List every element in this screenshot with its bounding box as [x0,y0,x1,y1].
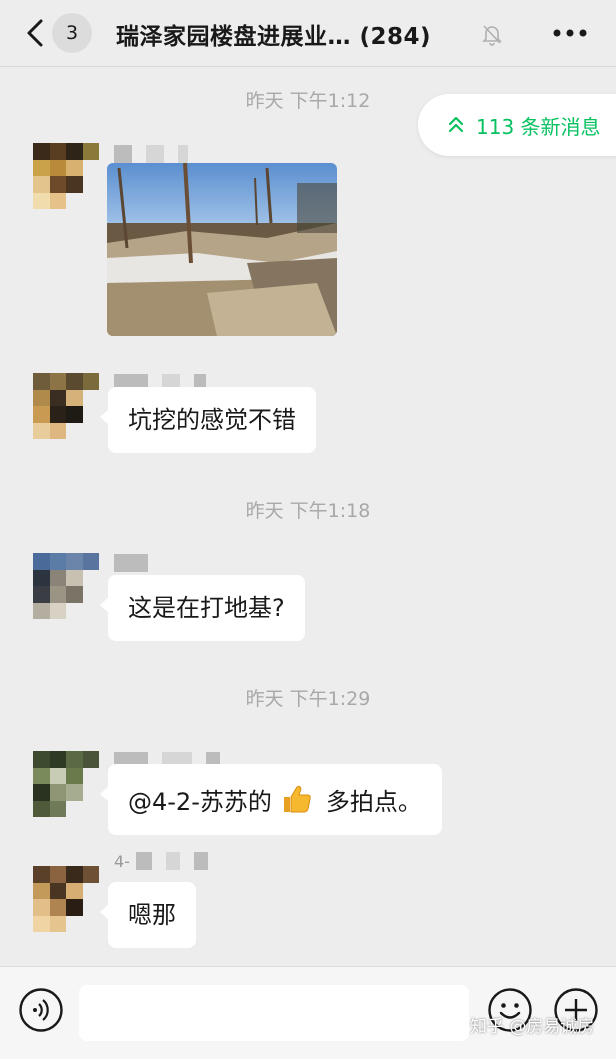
double-chevron-up-icon [448,116,464,133]
sender-name-blurred [114,145,188,163]
ellipsis-icon[interactable] [552,28,588,38]
avatar[interactable] [33,866,99,932]
chat-header: 3 瑞泽家园楼盘进展业… (284) [0,0,616,67]
message-timestamp: 昨天 下午1:12 [245,90,371,112]
message-text: 多拍点。 [325,788,422,816]
avatar[interactable] [33,373,99,439]
bell-slash-icon [482,25,502,46]
back-icon[interactable] [24,18,46,48]
sender-name-blurred [114,554,148,572]
new-messages-label: 113 条新消息 [476,114,601,139]
avatar[interactable] [33,143,99,209]
message-bubble[interactable]: @4-2-苏苏的 多拍点。 [100,764,442,835]
voice-icon[interactable] [18,987,64,1033]
photo-message[interactable] [107,163,337,336]
sender-name-prefix: 4- [114,851,130,871]
avatar[interactable] [33,751,99,817]
construction-site-photo [107,163,337,336]
chat-title: 瑞泽家园楼盘进展业… (284) [116,24,432,50]
message-bubble[interactable]: 坑挖的感觉不错 [100,387,316,453]
message-timestamp: 昨天 下午1:18 [245,500,371,522]
watermark: 知乎 @房易诚房 [470,1017,595,1037]
message-timestamp: 昨天 下午1:29 [245,688,371,710]
thumbs-up-icon [283,785,311,813]
avatar[interactable] [33,553,99,619]
message-bubble[interactable]: 这是在打地基? [100,575,305,641]
message-bubble[interactable]: 嗯那 [100,882,196,948]
message-input[interactable] [79,985,469,1041]
sender-name-blurred: 4- [114,851,208,871]
mention-text: @4-2-苏苏的 [128,788,272,816]
unread-count-badge[interactable]: 3 [52,13,92,53]
